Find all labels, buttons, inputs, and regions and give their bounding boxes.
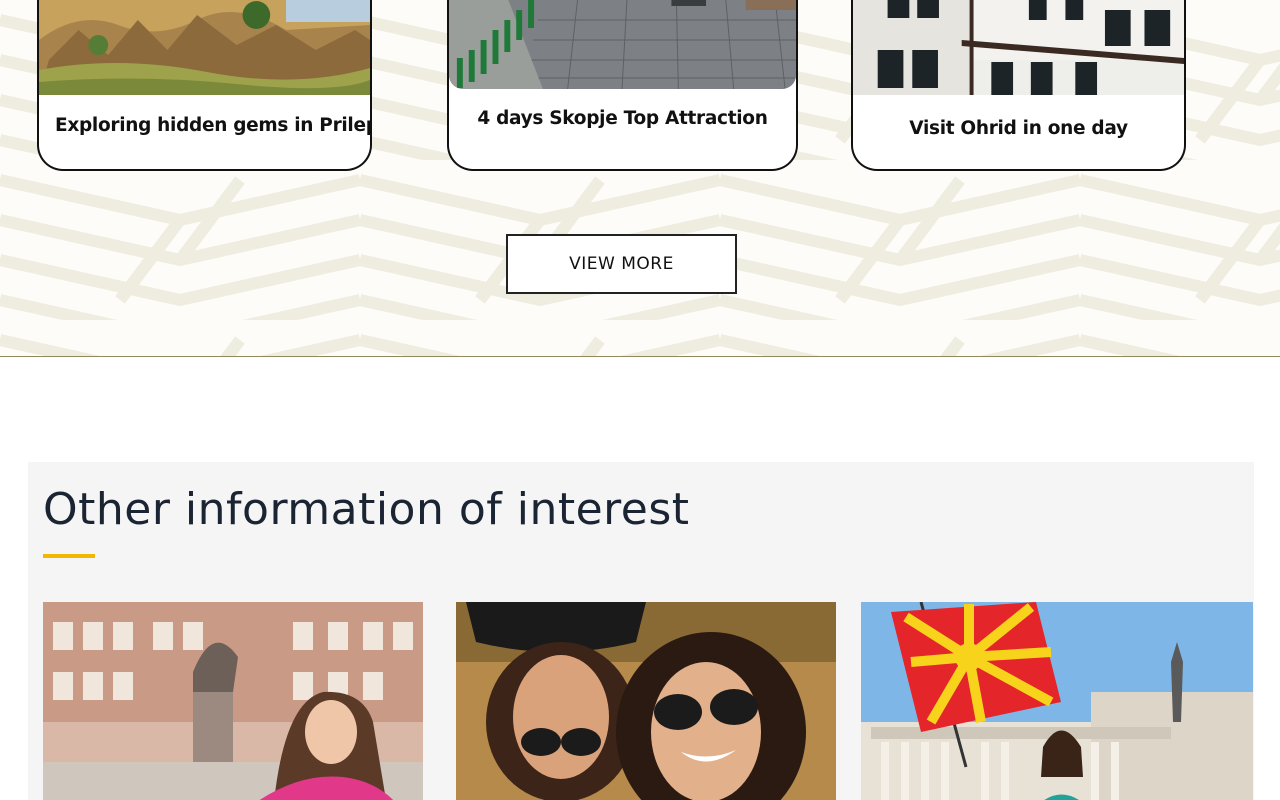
heading-accent-underline [43,554,95,558]
other-information-section: Other information of interest [28,462,1254,800]
section-heading: Other information of interest [43,484,690,535]
tours-section: Exploring hidden gems in Prilep 4 days S… [0,0,1280,357]
ohrid-photo [853,0,1184,95]
skopje-photo [449,0,796,89]
tour-card-ohrid[interactable]: Visit Ohrid in one day [851,0,1186,171]
tour-card-title: Exploring hidden gems in Prilep [55,115,372,136]
info-card-friends-sunglasses[interactable] [456,602,836,800]
macedonian-flag-photo [861,602,1253,800]
view-more-button[interactable]: VIEW MORE [506,234,737,294]
info-card-macedonian-flag[interactable] [861,602,1253,800]
traveler-plaza-photo [43,602,423,800]
info-card-traveler-plaza[interactable] [43,602,423,800]
prilep-photo [39,0,370,95]
tour-card-prilep[interactable]: Exploring hidden gems in Prilep [37,0,372,171]
tour-card-title: 4 days Skopje Top Attraction [477,108,768,129]
tour-card-skopje[interactable]: 4 days Skopje Top Attraction [447,0,798,171]
friends-sunglasses-photo [456,602,836,800]
tour-card-title: Visit Ohrid in one day [909,118,1128,139]
